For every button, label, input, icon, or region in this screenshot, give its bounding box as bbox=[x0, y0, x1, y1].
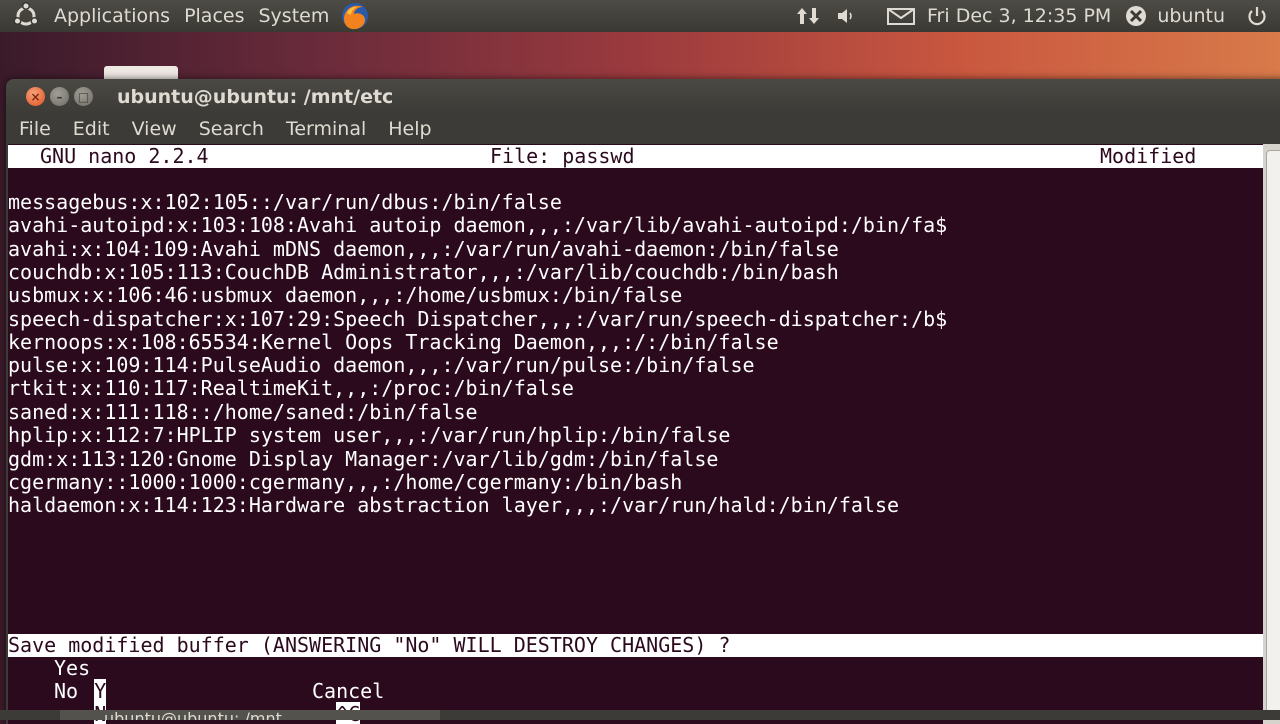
user-status-icon bbox=[1125, 5, 1147, 27]
scrollbar-thumb[interactable] bbox=[1266, 150, 1280, 713]
close-button[interactable]: × bbox=[26, 87, 45, 106]
applications-label: Applications bbox=[54, 5, 171, 27]
taskbar-terminal-entry[interactable]: ubuntu@ubuntu: /mnt bbox=[60, 710, 440, 720]
menu-edit[interactable]: Edit bbox=[62, 118, 121, 140]
file-line: speech-dispatcher:x:107:29:Speech Dispat… bbox=[8, 307, 948, 331]
close-icon: × bbox=[30, 89, 41, 104]
menu-terminal[interactable]: Terminal bbox=[275, 118, 377, 140]
file-line: saned:x:111:118::/home/saned:/bin/false bbox=[8, 400, 478, 424]
ubuntu-logo-icon bbox=[12, 2, 40, 30]
top-panel: Applications Places System Fri Dec 3, 12… bbox=[0, 0, 1280, 32]
speaker-icon bbox=[835, 6, 859, 26]
file-line: hplip:x:112:7:HPLIP system user,,,:/var/… bbox=[8, 423, 731, 447]
minimize-icon: – bbox=[56, 89, 63, 104]
nano-header-bar: GNU nano 2.2.4 File: passwd Modified bbox=[8, 145, 1263, 168]
volume-indicator[interactable] bbox=[828, 0, 866, 32]
file-line: pulse:x:109:114:PulseAudio daemon,,,:/va… bbox=[8, 353, 755, 377]
power-icon bbox=[1246, 5, 1268, 27]
menu-view[interactable]: View bbox=[121, 118, 188, 140]
nano-modified-status: Modified bbox=[1100, 144, 1197, 168]
clock-label: Fri Dec 3, 12:35 PM bbox=[927, 5, 1112, 27]
network-arrows-icon bbox=[795, 6, 821, 26]
terminal-screen[interactable]: GNU nano 2.2.4 File: passwd Modified mes… bbox=[8, 144, 1263, 724]
menu-file[interactable]: File bbox=[6, 118, 62, 140]
no-option-label: No bbox=[54, 679, 79, 703]
envelope-icon bbox=[886, 6, 916, 26]
save-prompt: Save modified buffer (ANSWERING "No" WIL… bbox=[8, 634, 1263, 657]
cancel-option-label: Cancel bbox=[312, 679, 385, 703]
power-menu[interactable] bbox=[1232, 0, 1280, 32]
minimize-button[interactable]: – bbox=[50, 87, 69, 106]
system-menu[interactable]: System bbox=[251, 0, 336, 32]
file-line: messagebus:x:102:105::/var/run/dbus:/bin… bbox=[8, 190, 562, 214]
network-indicator[interactable] bbox=[788, 0, 828, 32]
file-line: rtkit:x:110:117:RealtimeKit,,,:/proc:/bi… bbox=[8, 376, 574, 400]
file-line: cgermany::1000:1000:cgermany,,,:/home/cg… bbox=[8, 470, 683, 494]
yes-option-label: Yes bbox=[54, 656, 91, 680]
terminal-scrollbar[interactable] bbox=[1263, 144, 1280, 724]
firefox-launcher[interactable] bbox=[336, 0, 379, 32]
user-label: ubuntu bbox=[1157, 5, 1225, 27]
file-line: usbmux:x:106:46:usbmux daemon,,,:/home/u… bbox=[8, 283, 683, 307]
menubar: File Edit View Search Terminal Help bbox=[6, 114, 1280, 144]
bottom-panel: ubuntu@ubuntu: /mnt bbox=[0, 710, 1280, 720]
window-title: ubuntu@ubuntu: /mnt/etc bbox=[117, 85, 394, 108]
file-line: gdm:x:113:120:Gnome Display Manager:/var… bbox=[8, 447, 719, 471]
firefox-icon bbox=[338, 1, 372, 31]
menu-help[interactable]: Help bbox=[377, 118, 442, 140]
maximize-button[interactable]: □ bbox=[74, 87, 93, 106]
file-line: avahi-autoipd:x:103:108:Avahi autoip dae… bbox=[8, 213, 948, 237]
user-menu[interactable]: ubuntu bbox=[1118, 0, 1232, 32]
places-menu[interactable]: Places bbox=[177, 0, 251, 32]
file-line: avahi:x:104:109:Avahi mDNS daemon,,,:/va… bbox=[8, 237, 839, 261]
clock[interactable]: Fri Dec 3, 12:35 PM bbox=[923, 0, 1118, 32]
applications-menu[interactable]: Applications bbox=[0, 0, 177, 32]
system-label: System bbox=[258, 5, 330, 27]
nano-version: GNU nano 2.2.4 bbox=[40, 144, 209, 168]
file-line: kernoops:x:108:65534:Kernel Oops Trackin… bbox=[8, 330, 779, 354]
mail-indicator[interactable] bbox=[866, 0, 923, 32]
places-label: Places bbox=[184, 5, 245, 27]
menu-search[interactable]: Search bbox=[188, 118, 275, 140]
file-line: haldaemon:x:114:123:Hardware abstraction… bbox=[8, 493, 900, 517]
maximize-icon: □ bbox=[77, 89, 90, 104]
nano-filename: File: passwd bbox=[490, 144, 635, 168]
terminal-window: × – □ ubuntu@ubuntu: /mnt/etc File Edit … bbox=[6, 79, 1280, 724]
window-titlebar[interactable]: × – □ ubuntu@ubuntu: /mnt/etc bbox=[6, 79, 1280, 114]
file-line: couchdb:x:105:113:CouchDB Administrator,… bbox=[8, 260, 839, 284]
